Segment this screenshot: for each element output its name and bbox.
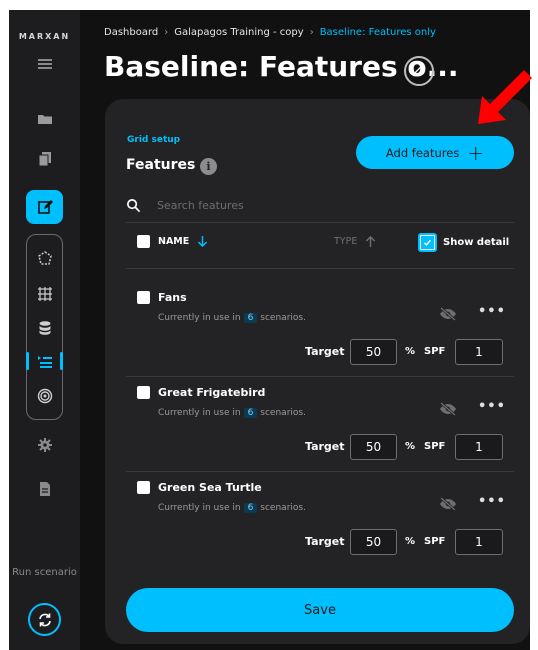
target-label: Target (305, 345, 345, 358)
spf-label: SPF (424, 346, 446, 357)
table-header: NAME TYPE Show detail (126, 229, 514, 269)
pencil-icon (413, 65, 425, 77)
annotation-arrow-icon (478, 70, 532, 124)
database-icon[interactable] (33, 316, 57, 340)
chevron-right-icon: › (309, 27, 314, 38)
feature-usage: Currently in use in 6 scenarios. (158, 503, 306, 513)
breadcrumb-dashboard[interactable]: Dashboard (104, 27, 158, 38)
feature-name: Fans (158, 291, 187, 304)
save-button[interactable]: Save (126, 588, 514, 632)
edit-scenario-button[interactable] (26, 190, 63, 224)
edit-icon (37, 200, 53, 214)
percent-label: % (405, 536, 416, 547)
feature-checkbox[interactable] (137, 386, 150, 399)
chevron-right-icon: › (164, 27, 169, 38)
folder-icon[interactable] (33, 107, 57, 131)
hide-eye-icon[interactable] (439, 402, 457, 416)
percent-label: % (405, 346, 416, 357)
check-icon (423, 239, 432, 246)
breadcrumb-current: Baseline: Features only (319, 27, 436, 38)
features-panel: Grid setup Features i Add features + NAM… (105, 99, 530, 644)
spf-input[interactable]: 1 (455, 434, 503, 460)
marxan-logo: MARXAN (18, 32, 71, 41)
documents-icon[interactable] (33, 147, 57, 171)
usage-count-badge: 6 (243, 408, 258, 418)
arrow-up-icon (366, 235, 376, 247)
spf-label: SPF (424, 441, 446, 452)
feature-row: Great Frigatebird Currently in use in 6 sc… (126, 377, 514, 472)
spf-label: SPF (424, 536, 446, 547)
sidebar: MARXAN Run scenario (9, 10, 80, 650)
info-icon[interactable]: i (200, 158, 217, 175)
more-options-button[interactable]: ••• (478, 399, 506, 414)
target-input[interactable]: 50 (350, 434, 397, 460)
search-row (126, 189, 514, 223)
more-options-button[interactable]: ••• (478, 304, 506, 319)
plus-icon: + (467, 140, 485, 165)
target-label: Target (305, 535, 345, 548)
search-icon (127, 199, 141, 213)
feature-row: Green Sea Turtle Currently in use in 6 sce… (126, 472, 514, 567)
feature-usage: Currently in use in 6 scenarios. (158, 408, 306, 418)
feature-checkbox[interactable] (137, 481, 150, 494)
feature-checkbox[interactable] (137, 291, 150, 304)
spf-input[interactable]: 1 (455, 339, 503, 365)
usage-count-badge: 6 (243, 503, 258, 513)
search-input[interactable] (157, 199, 457, 212)
name-column-label: NAME (158, 236, 190, 247)
feature-name: Great Frigatebird (158, 386, 266, 399)
spf-input[interactable]: 1 (455, 529, 503, 555)
sort-by-name[interactable]: NAME (158, 235, 208, 248)
feature-usage: Currently in use in 6 scenarios. (158, 313, 306, 323)
target-label: Target (305, 440, 345, 453)
arrow-down-icon (198, 236, 208, 248)
hide-eye-icon[interactable] (439, 497, 457, 511)
select-all-checkbox[interactable] (137, 235, 150, 248)
refresh-icon (38, 613, 51, 626)
panel-title: Features (126, 157, 196, 173)
add-features-label: Add features (385, 145, 460, 160)
feature-row: Fans Currently in use in 6 scenarios. ••• … (126, 282, 514, 377)
type-column-label: TYPE (334, 236, 358, 247)
show-detail-label: Show detail (443, 237, 510, 248)
sort-by-type[interactable]: TYPE (334, 235, 376, 248)
percent-label: % (405, 441, 416, 452)
settings-icon[interactable] (33, 433, 57, 457)
show-detail-toggle[interactable]: Show detail (418, 233, 509, 252)
report-icon[interactable] (33, 477, 57, 501)
run-scenario-label: Run scenario (12, 567, 77, 578)
feature-name: Green Sea Turtle (158, 481, 262, 494)
more-options-button[interactable]: ••• (478, 494, 506, 509)
app-frame: MARXAN Run scenario Dashboard › Galapago… (9, 10, 530, 650)
active-indicator-left (26, 352, 29, 370)
grid-icon[interactable] (33, 282, 57, 306)
section-label: Grid setup (127, 135, 181, 145)
features-list-icon[interactable] (33, 349, 57, 373)
target-icon[interactable] (33, 384, 57, 408)
add-features-button[interactable]: Add features + (356, 136, 514, 169)
menu-icon[interactable] (38, 59, 52, 69)
planning-units-icon[interactable] (33, 247, 57, 271)
target-input[interactable]: 50 (350, 529, 397, 555)
show-detail-checkbox[interactable] (418, 233, 437, 252)
usage-count-badge: 6 (243, 313, 258, 323)
run-scenario-button[interactable] (28, 603, 61, 636)
edit-title-button[interactable] (404, 56, 434, 86)
target-input[interactable]: 50 (350, 339, 397, 365)
hide-eye-icon[interactable] (439, 307, 457, 321)
breadcrumb-project[interactable]: Galapagos Training - copy (174, 27, 303, 38)
breadcrumb: Dashboard › Galapagos Training - copy › Base… (104, 27, 436, 38)
active-indicator-right (60, 352, 63, 370)
